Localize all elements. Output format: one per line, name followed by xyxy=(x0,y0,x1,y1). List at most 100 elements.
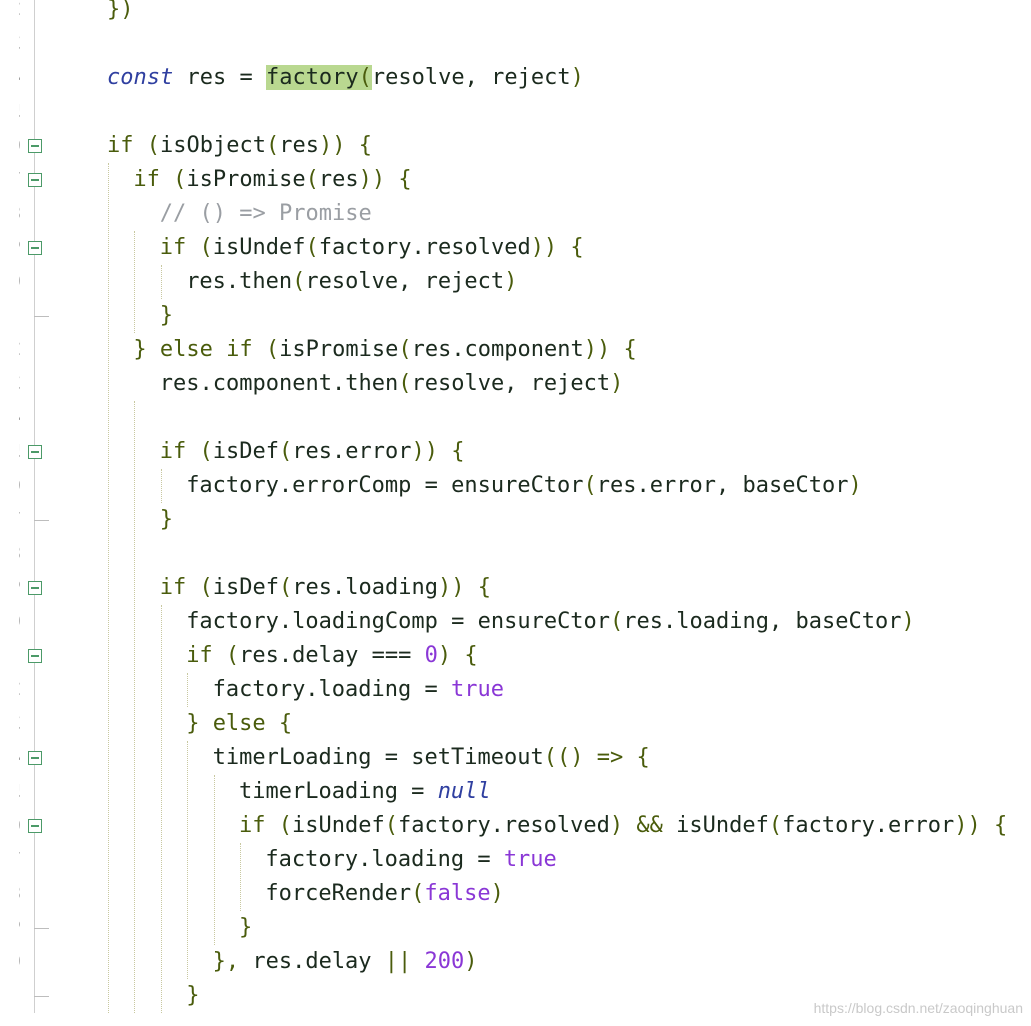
code-token: )) { xyxy=(583,337,637,362)
code-token: ( xyxy=(159,167,187,192)
code-token: ( xyxy=(398,337,412,362)
indent-guide xyxy=(187,741,189,979)
code-token: resolve, reject xyxy=(305,269,505,294)
indent-guide xyxy=(213,775,215,945)
code-token: if xyxy=(159,575,187,600)
code-line[interactable]: timerLoading = null xyxy=(239,775,491,809)
watermark: https://blog.csdn.net/zaoqinghuan xyxy=(813,1000,1023,1016)
code-line[interactable]: res.then(resolve, reject) xyxy=(186,265,517,299)
code-token: ) && xyxy=(609,813,677,838)
code-line[interactable]: } else { xyxy=(186,707,292,741)
code-line[interactable]: }, res.delay || 200) xyxy=(213,945,478,979)
code-token: factory.loading = xyxy=(212,677,452,702)
indent-guide xyxy=(108,163,109,1013)
code-token: ) xyxy=(464,949,478,974)
code-token: } xyxy=(186,711,213,736)
code-token: ) xyxy=(610,371,624,396)
code-token: isDef xyxy=(212,439,280,464)
code-token: false xyxy=(424,881,491,906)
code-token: ( xyxy=(398,371,412,396)
code-line[interactable]: if (isUndef(factory.resolved) && isUndef… xyxy=(239,809,1007,843)
code-token: || xyxy=(384,949,425,974)
code-line[interactable]: if (isObject(res)) { xyxy=(107,129,372,163)
code-token: null xyxy=(437,779,491,804)
code-token: )) { xyxy=(530,235,584,260)
indent-guide xyxy=(160,265,162,299)
code-line[interactable]: if (res.delay === 0) { xyxy=(186,639,477,673)
code-line[interactable]: } xyxy=(186,979,199,1013)
code-token: )) { xyxy=(318,133,372,158)
code-token: if xyxy=(107,133,134,158)
code-token: 0 xyxy=(424,643,438,668)
code-token: } xyxy=(239,915,253,940)
code-token: res.error, baseCtor xyxy=(596,473,849,498)
code-token: ( xyxy=(384,813,398,838)
code-token: forceRender xyxy=(265,881,412,906)
code-line[interactable]: factory.loading = true xyxy=(213,673,504,707)
code-token: ( xyxy=(610,609,624,634)
code-token: }) xyxy=(107,0,134,22)
code-token: true xyxy=(503,847,557,872)
code-line[interactable]: if (isDef(res.error)) { xyxy=(160,435,465,469)
code-token: else xyxy=(212,711,266,736)
code-token: timerLoading = xyxy=(239,779,438,804)
code-token: ) xyxy=(901,609,915,634)
code-line[interactable]: } xyxy=(160,503,173,537)
code-token: isPromise xyxy=(279,337,399,362)
code-token: isUndef xyxy=(292,813,385,838)
code-line[interactable]: } xyxy=(160,299,173,333)
code-token: ( xyxy=(279,575,293,600)
code-area[interactable]: }) const res = factory(resolve, reject) if… xyxy=(0,0,1031,1026)
code-token: isPromise xyxy=(186,167,306,192)
code-token: // () => Promise xyxy=(159,201,372,226)
code-token: res.delay === xyxy=(239,643,425,668)
code-token: ensureCtor xyxy=(451,473,584,498)
code-token: ( xyxy=(252,337,280,362)
code-token: res xyxy=(279,133,319,158)
code-token: ) { xyxy=(437,643,478,668)
code-token: true xyxy=(451,677,504,702)
code-token: timerLoading = xyxy=(212,745,412,770)
code-token: res = xyxy=(173,65,266,90)
code-token: res.loading xyxy=(292,575,438,600)
code-line[interactable]: factory.errorComp = ensureCtor(res.error… xyxy=(186,469,862,503)
code-token: )) { xyxy=(437,575,491,600)
code-line[interactable]: timerLoading = setTimeout(() => { xyxy=(213,741,650,775)
code-token: else if xyxy=(159,337,253,362)
code-token: ( xyxy=(279,439,293,464)
code-token: ( xyxy=(768,813,783,838)
code-token: ( xyxy=(186,235,213,260)
code-token: factory.loading = xyxy=(265,847,504,872)
code-token: res.loading, baseCtor xyxy=(623,609,902,634)
code-token: factory.errorComp = xyxy=(186,473,452,498)
code-token: factory.loadingComp = xyxy=(186,609,478,634)
code-token: res.then xyxy=(186,269,293,294)
code-line[interactable]: // () => Promise xyxy=(160,197,372,231)
code-token: setTimeout xyxy=(411,745,544,770)
code-token: ( xyxy=(305,235,319,260)
code-token: ( xyxy=(265,813,292,838)
code-token: ) xyxy=(570,65,584,90)
code-line[interactable]: }) xyxy=(107,0,134,27)
code-line[interactable]: if (isUndef(factory.resolved)) { xyxy=(160,231,584,265)
code-token: { xyxy=(265,711,293,736)
indent-guide xyxy=(160,469,162,503)
code-token: res.error xyxy=(292,439,412,464)
code-token: ( xyxy=(265,133,280,158)
code-line[interactable]: const res = factory(resolve, reject) xyxy=(107,61,584,95)
code-line[interactable]: } xyxy=(239,911,252,945)
code-token: isDef xyxy=(212,575,280,600)
code-line[interactable]: if (isPromise(res)) { xyxy=(133,163,411,197)
indent-guide xyxy=(187,673,189,707)
code-line[interactable]: factory.loading = true xyxy=(265,843,556,877)
code-line[interactable]: } else if (isPromise(res.component)) { xyxy=(133,333,636,367)
code-token: isObject xyxy=(160,133,266,158)
code-line[interactable]: forceRender(false) xyxy=(265,877,503,911)
code-line[interactable]: if (isDef(res.loading)) { xyxy=(160,571,491,605)
code-token: 200 xyxy=(424,949,465,974)
code-line[interactable]: factory.loadingComp = ensureCtor(res.loa… xyxy=(186,605,915,639)
code-token: ( xyxy=(133,133,160,158)
code-line[interactable]: res.component.then(resolve, reject) xyxy=(160,367,624,401)
indent-guide xyxy=(134,401,136,1013)
code-token: if xyxy=(159,439,187,464)
